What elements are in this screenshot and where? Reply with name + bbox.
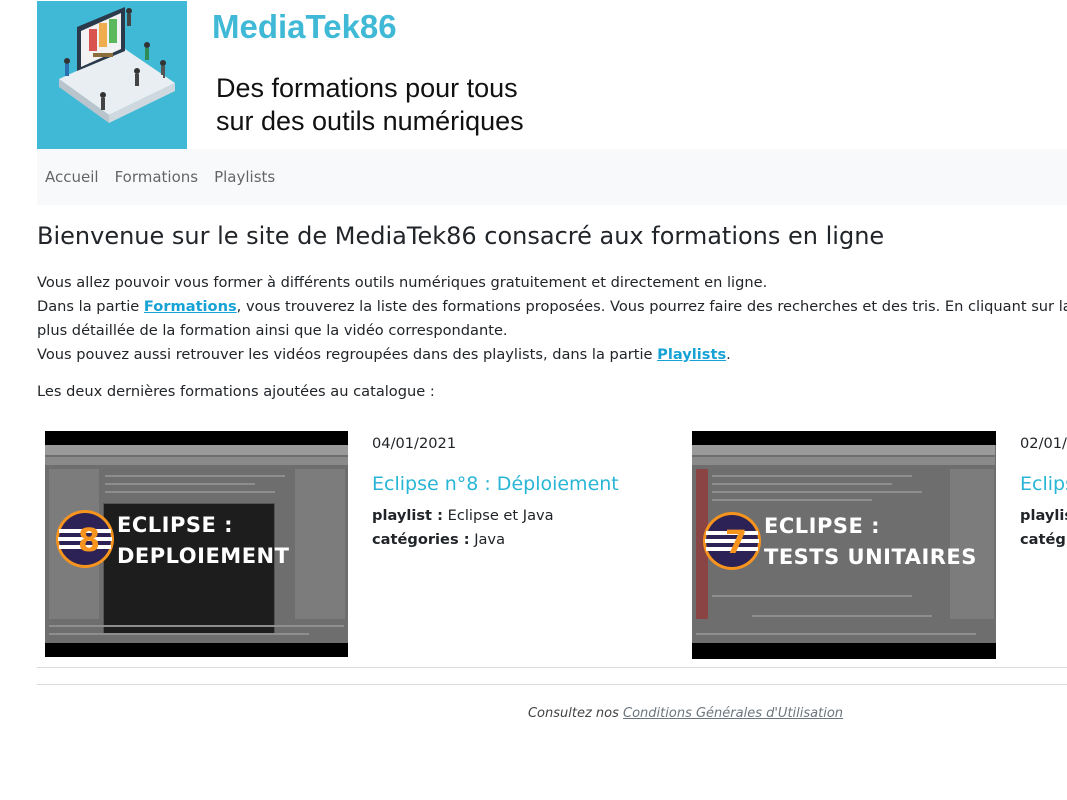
intro-line-2: Dans la partie Formations, vous trouvere… — [37, 295, 1067, 319]
footer-text: Consultez nos — [527, 706, 619, 721]
formation-title[interactable]: Eclips — [1020, 473, 1067, 495]
nav-link-formations[interactable]: Formations — [115, 168, 199, 186]
categories-value: Java — [474, 531, 506, 548]
formation-categories: catégories : Java — [372, 528, 554, 552]
thumb-caption-line-2: TESTS UNITAIRES — [764, 545, 977, 569]
eclipse-logo-icon: 8 — [55, 509, 115, 569]
tagline-line-2: sur des outils numériques — [216, 106, 524, 136]
categories-label: catégories : — [372, 531, 470, 548]
latest-formations-label: Les deux dernières formations ajoutées a… — [37, 383, 435, 400]
formation-playlist: playlist : Eclipse et Java — [372, 504, 554, 528]
intro-text: Vous allez pouvoir vous former à différe… — [37, 271, 1067, 367]
thumb-caption-line-1: ECLIPSE : — [117, 513, 234, 537]
categories-label: catég — [1020, 531, 1066, 548]
intro-line-2-before: Dans la partie — [37, 298, 144, 315]
intro-line-1: Vous allez pouvoir vous former à différe… — [37, 274, 768, 291]
formation-meta: playlis catég — [1020, 504, 1067, 552]
thumb-number: 7 — [725, 523, 747, 561]
formation-playlist: playlis — [1020, 504, 1067, 528]
formation-title[interactable]: Eclipse n°8 : Déploiement — [372, 473, 619, 495]
formation-thumbnail[interactable]: 8 ECLIPSE : DEPLOIEMENT — [45, 431, 348, 657]
nav-link-accueil[interactable]: Accueil — [45, 168, 99, 186]
playlist-label: playlis — [1020, 507, 1067, 524]
intro-line-4-before: Vous pouvez aussi retrouver les vidéos r… — [37, 346, 658, 363]
footer: Consultez nos Conditions Générales d'Uti… — [0, 706, 1067, 721]
tagline-line-1: Des formations pour tous — [216, 73, 518, 103]
thumb-number: 8 — [78, 521, 100, 559]
thumb-caption-line-1: ECLIPSE : — [764, 514, 881, 538]
site-title: MediaTek86 — [212, 8, 397, 45]
nav-link-playlists[interactable]: Playlists — [214, 168, 275, 186]
site-logo[interactable] — [37, 1, 187, 149]
playlists-link[interactable]: Playlists — [657, 346, 726, 363]
thumb-caption: ECLIPSE : DEPLOIEMENT — [117, 510, 289, 572]
main-navbar: Accueil Formations Playlists — [37, 149, 1067, 205]
laptop-library-illustration-icon — [59, 7, 175, 123]
formation-meta: playlist : Eclipse et Java catégories : … — [372, 504, 554, 552]
page-title: Bienvenue sur le site de MediaTek86 cons… — [37, 222, 885, 250]
intro-line-4: Vous pouvez aussi retrouver les vidéos r… — [37, 343, 1067, 367]
eclipse-logo-icon: 7 — [702, 511, 762, 571]
intro-line-2-after: , vous trouverez la liste des formations… — [236, 298, 1067, 315]
formation-thumbnail[interactable]: 7 ECLIPSE : TESTS UNITAIRES — [692, 431, 996, 659]
footer-divider — [37, 684, 1067, 685]
section-divider — [37, 667, 1067, 668]
cgu-link[interactable]: Conditions Générales d'Utilisation — [623, 706, 843, 721]
playlist-label: playlist : — [372, 507, 443, 524]
formation-date: 04/01/2021 — [372, 435, 457, 452]
thumb-caption: ECLIPSE : TESTS UNITAIRES — [764, 511, 977, 573]
formations-link[interactable]: Formations — [144, 298, 237, 315]
intro-line-4-after: . — [726, 346, 731, 363]
intro-line-3: plus détaillée de la formation ainsi que… — [37, 322, 508, 339]
site-tagline: Des formations pour tous sur des outils … — [216, 72, 636, 138]
thumb-caption-line-2: DEPLOIEMENT — [117, 544, 290, 568]
formation-date: 02/01/ — [1020, 435, 1067, 452]
playlist-value: Eclipse et Java — [447, 507, 554, 524]
formation-categories: catég — [1020, 528, 1067, 552]
